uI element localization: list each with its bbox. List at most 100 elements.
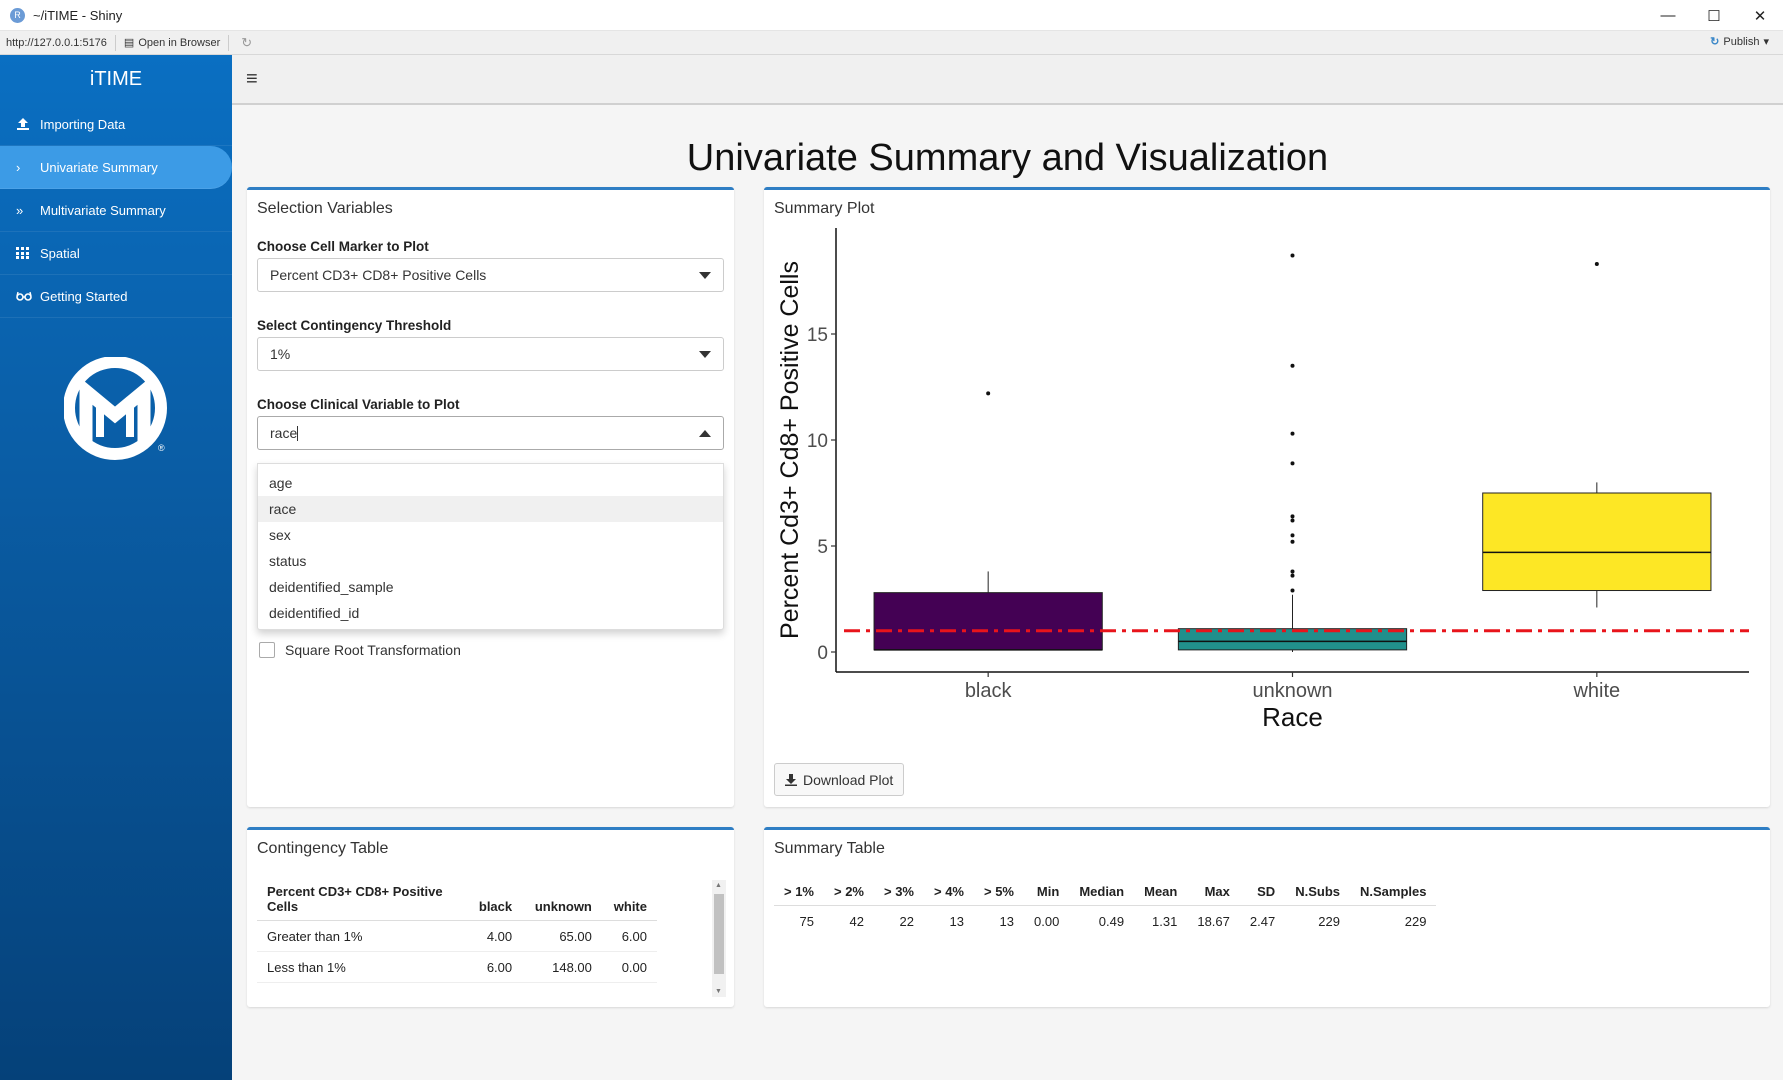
sidebar-item-getting-started[interactable]: Getting Started: [0, 275, 232, 318]
column-header[interactable]: > 1%: [774, 880, 824, 906]
sqrt-transform-row[interactable]: Square Root Transformation: [259, 642, 461, 658]
threshold-select[interactable]: 1%: [257, 337, 724, 371]
close-icon[interactable]: ✕: [1737, 0, 1783, 31]
sidebar-item-importing-data[interactable]: Importing Data: [0, 103, 232, 146]
dropdown-option-race[interactable]: race: [258, 496, 723, 522]
url-text[interactable]: http://127.0.0.1:5176: [6, 37, 107, 49]
scrollbar-thumb[interactable]: [714, 894, 724, 974]
column-header[interactable]: white: [601, 880, 657, 921]
table-cell: 1.31: [1152, 914, 1178, 930]
panel-title: Selection Variables: [257, 200, 393, 217]
sidebar-item-label: Univariate Summary: [40, 159, 158, 175]
download-plot-button[interactable]: Download Plot: [774, 763, 905, 796]
outlier-point: [1290, 461, 1295, 466]
column-header[interactable]: black: [467, 880, 523, 921]
table-cell: Less than 1%: [257, 951, 467, 983]
column-header[interactable]: Max: [1187, 880, 1240, 906]
table-cell: 22: [899, 914, 914, 930]
moffitt-logo-icon: ®: [63, 356, 174, 467]
column-header[interactable]: Mean: [1134, 880, 1188, 906]
column-header[interactable]: > 5%: [974, 880, 1024, 906]
dropdown-option-deidentified-sample[interactable]: deidentified_sample: [258, 574, 723, 600]
scroll-down-icon[interactable]: ▼: [715, 988, 722, 995]
column-header[interactable]: SD: [1239, 880, 1286, 906]
hamburger-menu-icon[interactable]: ≡: [246, 68, 258, 91]
caret-up-icon: [699, 430, 711, 437]
column-header[interactable]: > 4%: [924, 880, 974, 906]
main-content: ≡ Univariate Summary and Visualization S…: [232, 55, 1783, 1080]
column-header[interactable]: Percent CD3+ CD8+ Positive Cells: [257, 880, 467, 921]
window-controls: — ☐ ✕: [1645, 0, 1783, 31]
outlier-point: [1290, 363, 1295, 368]
y-tick-label: 5: [817, 537, 828, 558]
summary-table-panel: Summary Table > 1% > 2% > 3% > 4% > 5% M…: [764, 827, 1770, 1007]
table-cell: 42: [849, 914, 864, 930]
divider: [114, 34, 116, 51]
sqrt-transform-checkbox[interactable]: [259, 642, 275, 658]
sidebar-item-label: Spatial: [40, 245, 80, 261]
table-cell: 229: [1404, 914, 1427, 930]
sidebar-item-label: Importing Data: [40, 116, 126, 132]
column-header[interactable]: > 2%: [824, 880, 874, 906]
contingency-table: Percent CD3+ CD8+ Positive Cells black u…: [257, 880, 657, 983]
sidebar-item-univariate-summary[interactable]: › Univariate Summary: [0, 146, 232, 189]
rstudio-icon: R: [10, 7, 25, 23]
x-tick-label: black: [965, 680, 1013, 702]
caret-down-icon: [699, 272, 711, 279]
dropdown-option-status[interactable]: status: [258, 548, 723, 574]
column-header[interactable]: Median: [1069, 880, 1135, 906]
download-plot-label: Download Plot: [803, 771, 894, 788]
refresh-icon[interactable]: ↻: [241, 35, 252, 51]
scroll-up-icon[interactable]: ▲: [715, 882, 722, 889]
table-cell: 75: [799, 914, 814, 930]
download-icon: [785, 773, 797, 786]
open-in-browser-label: Open in Browser: [138, 36, 221, 49]
sqrt-transform-label: Square Root Transformation: [285, 642, 461, 658]
column-header[interactable]: N.Subs: [1285, 880, 1350, 906]
column-header[interactable]: Min: [1024, 880, 1070, 906]
column-header[interactable]: unknown: [522, 880, 602, 921]
sidebar: iTIME Importing Data › Univariate Summar…: [0, 55, 232, 1080]
y-tick-label: 15: [807, 325, 828, 346]
window-titlebar: R ~/iTIME - Shiny — ☐ ✕: [0, 0, 1783, 31]
outlier-point: [1594, 262, 1599, 267]
outlier-point: [1290, 431, 1295, 436]
outlier-point: [1290, 573, 1295, 578]
address-bar: http://127.0.0.1:5176 ▤ Open in Browser …: [0, 31, 1783, 55]
marker-select[interactable]: Percent CD3+ CD8+ Positive Cells: [257, 258, 724, 292]
clinical-dropdown-menu: age race sex status deidentified_sample …: [257, 463, 724, 630]
x-tick-label: unknown: [1252, 680, 1332, 702]
sidebar-item-label: Multivariate Summary: [40, 202, 166, 218]
publish-icon: ↻: [1710, 36, 1720, 48]
clinical-select-value[interactable]: race: [270, 425, 297, 441]
open-in-browser-button[interactable]: ▤ Open in Browser: [124, 36, 221, 50]
publish-button[interactable]: ↻ Publish ▾: [1710, 35, 1769, 49]
panel-title: Summary Table: [774, 840, 885, 857]
grid-icon: [16, 247, 40, 259]
sidebar-item-multivariate-summary[interactable]: » Multivariate Summary: [0, 189, 232, 232]
contingency-table-panel: Contingency Table Percent CD3+ CD8+ Posi…: [247, 827, 734, 1007]
double-chevron-right-icon: »: [16, 202, 24, 218]
table-cell: 13: [999, 914, 1014, 930]
table-row: 75 42 22 13 13 0.00 0.49 1.31 18.67 2.47…: [774, 906, 1436, 938]
table-scrollbar[interactable]: ▲ ▼: [712, 880, 726, 997]
marker-select-value: Percent CD3+ CD8+ Positive Cells: [270, 267, 487, 283]
publish-label: Publish: [1723, 35, 1760, 48]
summary-boxplot: 0 5 10 15 black unknown white Race Percent Cd3+ …: [776, 228, 1749, 732]
dropdown-option-age[interactable]: age: [258, 470, 723, 496]
column-header[interactable]: N.Samples: [1350, 880, 1437, 906]
column-header[interactable]: > 3%: [874, 880, 924, 906]
sidebar-item-label: Getting Started: [40, 288, 128, 304]
minimize-icon[interactable]: —: [1645, 0, 1691, 31]
dropdown-option-sex[interactable]: sex: [258, 522, 723, 548]
table-cell: 148.00: [522, 951, 602, 983]
dropdown-option-deidentified-id[interactable]: deidentified_id: [258, 600, 723, 626]
clinical-select[interactable]: race: [257, 416, 724, 450]
sidebar-item-spatial[interactable]: Spatial: [0, 232, 232, 275]
outlier-point: [1290, 253, 1295, 258]
maximize-icon[interactable]: ☐: [1691, 0, 1737, 31]
table-cell: 0.00: [601, 951, 657, 983]
x-axis-title: Race: [1262, 702, 1323, 732]
outlier-point: [1290, 518, 1295, 523]
table-cell: 4.00: [467, 920, 523, 952]
